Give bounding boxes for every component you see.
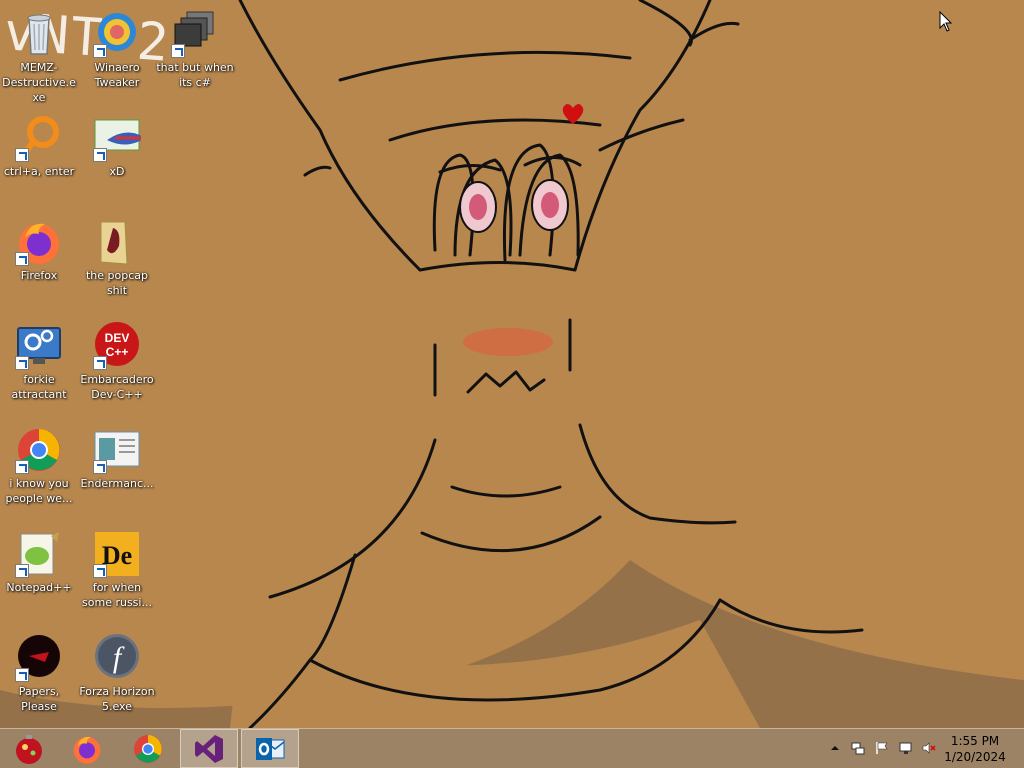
shortcut-arrow-icon bbox=[15, 460, 29, 474]
de-logo-icon: De bbox=[93, 530, 141, 578]
recycle-bin-icon bbox=[15, 10, 63, 58]
desktop-icon-label: Forza Horizon 5.exe bbox=[79, 685, 155, 713]
network-icon[interactable] bbox=[899, 741, 913, 755]
shortcut-arrow-icon bbox=[171, 44, 185, 58]
shortcut-arrow-icon bbox=[93, 460, 107, 474]
clock-time: 1:55 PM bbox=[950, 734, 1000, 748]
shortcut-arrow-icon bbox=[15, 668, 29, 682]
taskbar-visual-studio[interactable] bbox=[180, 729, 238, 768]
chevron-up-icon[interactable] bbox=[828, 741, 842, 755]
chrome-icon bbox=[134, 734, 162, 763]
taskbar-chrome[interactable] bbox=[119, 729, 177, 768]
desktop-icon-russi[interactable]: De for when some russi... bbox=[78, 530, 156, 610]
outlook-icon bbox=[256, 737, 285, 760]
desktop-icon-endermanch[interactable]: Endermanc... bbox=[78, 426, 156, 491]
desktop-icon-xd[interactable]: xD bbox=[78, 114, 156, 179]
flash-icon: f bbox=[93, 634, 141, 682]
desktop-icon-label: that but when its c# bbox=[156, 61, 234, 89]
desktop-icon-firefox[interactable]: Firefox bbox=[0, 218, 78, 283]
desktop-icon-forza[interactable]: f Forza Horizon 5.exe bbox=[78, 634, 156, 714]
clock-date: 1/20/2024 bbox=[944, 750, 1006, 764]
ring-icon bbox=[15, 114, 63, 162]
mouse-cursor-icon bbox=[939, 11, 953, 32]
firefox-icon bbox=[73, 736, 101, 764]
shortcut-arrow-icon bbox=[15, 252, 29, 266]
desktop-icon-label: MEMZ-Destructive.exe bbox=[2, 61, 76, 104]
winaero-icon bbox=[93, 10, 141, 58]
gear-monitor-icon bbox=[15, 322, 63, 370]
desktop-icon-label: for when some russi... bbox=[82, 581, 152, 609]
system-clock[interactable]: 1:55 PM 1/20/2024 bbox=[940, 733, 1010, 765]
desktop-icon-notepadpp[interactable]: Notepad++ bbox=[0, 530, 78, 595]
visual-studio-icon bbox=[195, 734, 223, 763]
desktop-icon-winaero[interactable]: Winaero Tweaker bbox=[78, 10, 156, 90]
desktop-icon-label: Endermanc... bbox=[80, 477, 154, 490]
desktop-icon-label: xD bbox=[109, 165, 125, 178]
devcpp-icon: DEV C++ bbox=[93, 322, 141, 370]
window-app-icon bbox=[93, 426, 141, 474]
shortcut-arrow-icon bbox=[93, 564, 107, 578]
desktop-icon-devcpp[interactable]: DEV C++ Embarcadero Dev-C++ bbox=[78, 322, 156, 402]
stacked-windows-icon bbox=[171, 10, 219, 58]
shortcut-arrow-icon bbox=[93, 44, 107, 58]
desktop-icon-forkie-attractant[interactable]: forkie attractant bbox=[0, 322, 78, 402]
desktop-icon-label: the popcap shit bbox=[85, 269, 148, 297]
desktop-icon-label: ctrl+a, enter bbox=[3, 165, 75, 178]
shortcut-arrow-icon bbox=[15, 356, 29, 370]
start-button[interactable] bbox=[0, 729, 58, 768]
notepadpp-icon bbox=[15, 530, 63, 578]
desktop-icon-ctrl-a-enter[interactable]: ctrl+a, enter bbox=[0, 114, 78, 179]
network-adapter-icon[interactable] bbox=[851, 741, 865, 755]
desktop-icon-label: Notepad++ bbox=[6, 581, 72, 594]
folder-icon bbox=[93, 218, 141, 266]
chrome-icon bbox=[15, 426, 63, 474]
taskbar-firefox[interactable] bbox=[58, 729, 116, 768]
desktop-icon-label: Papers, Please bbox=[18, 685, 60, 713]
desktop-icon-chrome-shortcut[interactable]: i know you people we... bbox=[0, 426, 78, 506]
shortcut-arrow-icon bbox=[15, 564, 29, 578]
shortcut-arrow-icon bbox=[15, 148, 29, 162]
desktop-icon-papers-please[interactable]: Papers, Please bbox=[0, 634, 78, 714]
desktop-icon-label: forkie attractant bbox=[11, 373, 67, 401]
taskbar-outlook[interactable] bbox=[241, 729, 299, 768]
svg-text:DEV: DEV bbox=[105, 331, 130, 345]
desktop-icon-label: Embarcadero Dev-C++ bbox=[80, 373, 154, 401]
volume-muted-icon[interactable] bbox=[922, 741, 936, 755]
flag-icon[interactable] bbox=[875, 741, 889, 755]
shortcut-arrow-icon bbox=[93, 148, 107, 162]
svg-text:C++: C++ bbox=[106, 345, 129, 359]
taskbar: 1:55 PM 1/20/2024 bbox=[0, 728, 1024, 768]
shortcut-arrow-icon bbox=[93, 356, 107, 370]
desktop-icon-csharp[interactable]: that but when its c# bbox=[156, 10, 234, 90]
firefox-icon bbox=[15, 218, 63, 266]
desktop-icon-popcap-folder[interactable]: the popcap shit bbox=[78, 218, 156, 298]
desktop-icon-label: Firefox bbox=[20, 269, 58, 282]
ornament-start-icon bbox=[16, 734, 42, 764]
desktop-icon-label: Winaero Tweaker bbox=[94, 61, 140, 89]
desktop-icon-memz[interactable]: MEMZ-Destructive.exe bbox=[0, 10, 78, 105]
hxd-fish-icon bbox=[93, 114, 145, 162]
papers-please-icon bbox=[15, 634, 63, 682]
desktop-icon-label: i know you people we... bbox=[5, 477, 73, 505]
